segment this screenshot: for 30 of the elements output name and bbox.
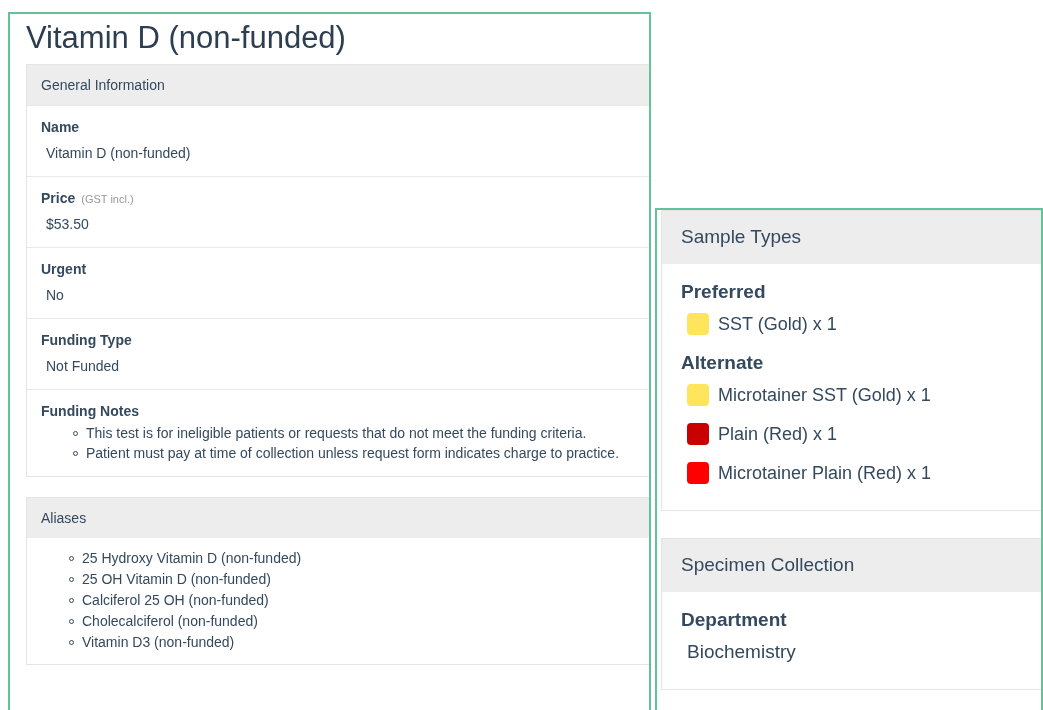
field-value: No: [46, 287, 65, 303]
list-text: Vitamin D3 (non-funded): [82, 634, 235, 650]
section-header: Specimen Collection: [662, 539, 1041, 592]
field-label: Funding Type: [41, 332, 132, 348]
list-text: 25 Hydroxy Vitamin D (non-funded): [82, 550, 302, 566]
section-header: General Information: [27, 65, 649, 105]
field-label: Funding Notes: [41, 403, 139, 419]
page-title: Vitamin D (non-funded): [26, 20, 347, 56]
section-header: Sample Types: [662, 211, 1041, 264]
list-text: Cholecalciferol (non-funded): [82, 613, 258, 629]
list-text: Patient must pay at time of collection unless request form indicates charge to practice.: [86, 445, 620, 461]
sample-name: Plain (Red) x 1: [718, 423, 838, 445]
sample-name: Microtainer SST (Gold) x 1: [718, 384, 931, 406]
field-note: (GST incl.): [81, 193, 134, 205]
group-label: Preferred: [681, 281, 767, 303]
field-label: Name: [41, 119, 80, 135]
list-text: 25 OH Vitamin D (non-funded): [82, 571, 271, 587]
list-text: Calciferol 25 OH (non-funded): [82, 592, 269, 608]
field-value: Biochemistry: [687, 641, 797, 663]
field-label: Urgent: [41, 261, 87, 277]
list-text: This test is for ineligible patients or requests that do not meet the funding criteria.: [86, 425, 587, 441]
section-header: Aliases: [27, 498, 649, 538]
group-label: Alternate: [681, 352, 765, 374]
field-label: Price: [41, 190, 76, 206]
sample-name: Microtainer Plain (Red) x 1: [718, 462, 932, 484]
field-value: Vitamin D (non-funded): [46, 145, 192, 161]
field-value: Not Funded: [46, 358, 121, 374]
field-label: Department: [681, 609, 788, 631]
field-value: $53.50: [46, 216, 90, 232]
sample-name: SST (Gold) x 1: [718, 313, 837, 335]
